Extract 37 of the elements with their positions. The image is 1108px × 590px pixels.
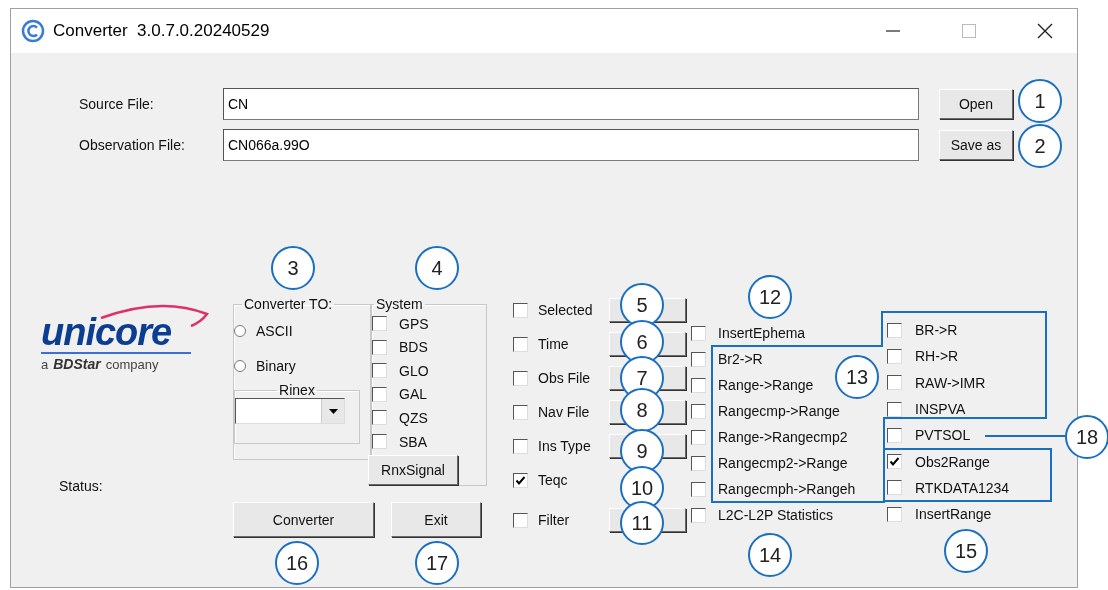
group-title: Converter TO: (243, 296, 334, 312)
group-title: Rinex (278, 382, 316, 398)
checkbox-label: Rangecmp->Range (718, 403, 840, 419)
field-label: Observation File: (79, 137, 186, 153)
company-logo: unicore a BDStar company (41, 300, 213, 376)
checkbox-label: RTKDATA1234 (915, 479, 1010, 496)
checkbox-label: BDS (399, 339, 428, 356)
checkbox-label: SBA (399, 433, 427, 450)
checkbox-label: Filter (538, 512, 571, 528)
checkbox-label: PVTSOL (915, 427, 971, 444)
checkbox-label: RAW->IMR (915, 374, 986, 391)
checkbox-label: INSPVA (915, 401, 966, 418)
field-label: Source File: (79, 96, 155, 112)
checkbox-label: Teqc (538, 472, 569, 488)
checkbox-label: BR->R (915, 322, 958, 339)
checkbox-label: Time (538, 336, 570, 352)
checkbox-label: L2C-L2P Statistics (718, 507, 833, 523)
window-title: Converter 3.0.7.0.20240529 (53, 21, 270, 41)
checkbox-label: Rangecmph->Rangeh (718, 481, 856, 497)
checkbox-label: InsertRange (915, 506, 992, 523)
checkbox-label: Br2->R (718, 351, 763, 367)
checkbox-label: QZS (399, 409, 428, 426)
checkbox-label: InsertEphema (718, 325, 806, 341)
group-title: System (375, 296, 424, 312)
checkbox-label: Obs2Range (915, 453, 990, 470)
checkbox-label: GPS (399, 315, 429, 332)
checkbox-label: Range->Range (718, 377, 814, 393)
checkbox-label: GLO (399, 362, 429, 379)
checkbox-label: Obs File (538, 370, 592, 386)
status-label: Status: (59, 478, 103, 494)
checkbox-label: Selected (538, 302, 594, 318)
checkbox-label: RH->R (915, 348, 959, 365)
checkbox-label: Nav File (538, 404, 591, 420)
checkbox-label: Range->Rangecmp2 (718, 429, 848, 445)
checkbox-label: GAL (399, 386, 427, 403)
checkbox-label: Rangecmp2->Range (718, 455, 848, 471)
checkbox-label: Ins Type (538, 438, 592, 454)
